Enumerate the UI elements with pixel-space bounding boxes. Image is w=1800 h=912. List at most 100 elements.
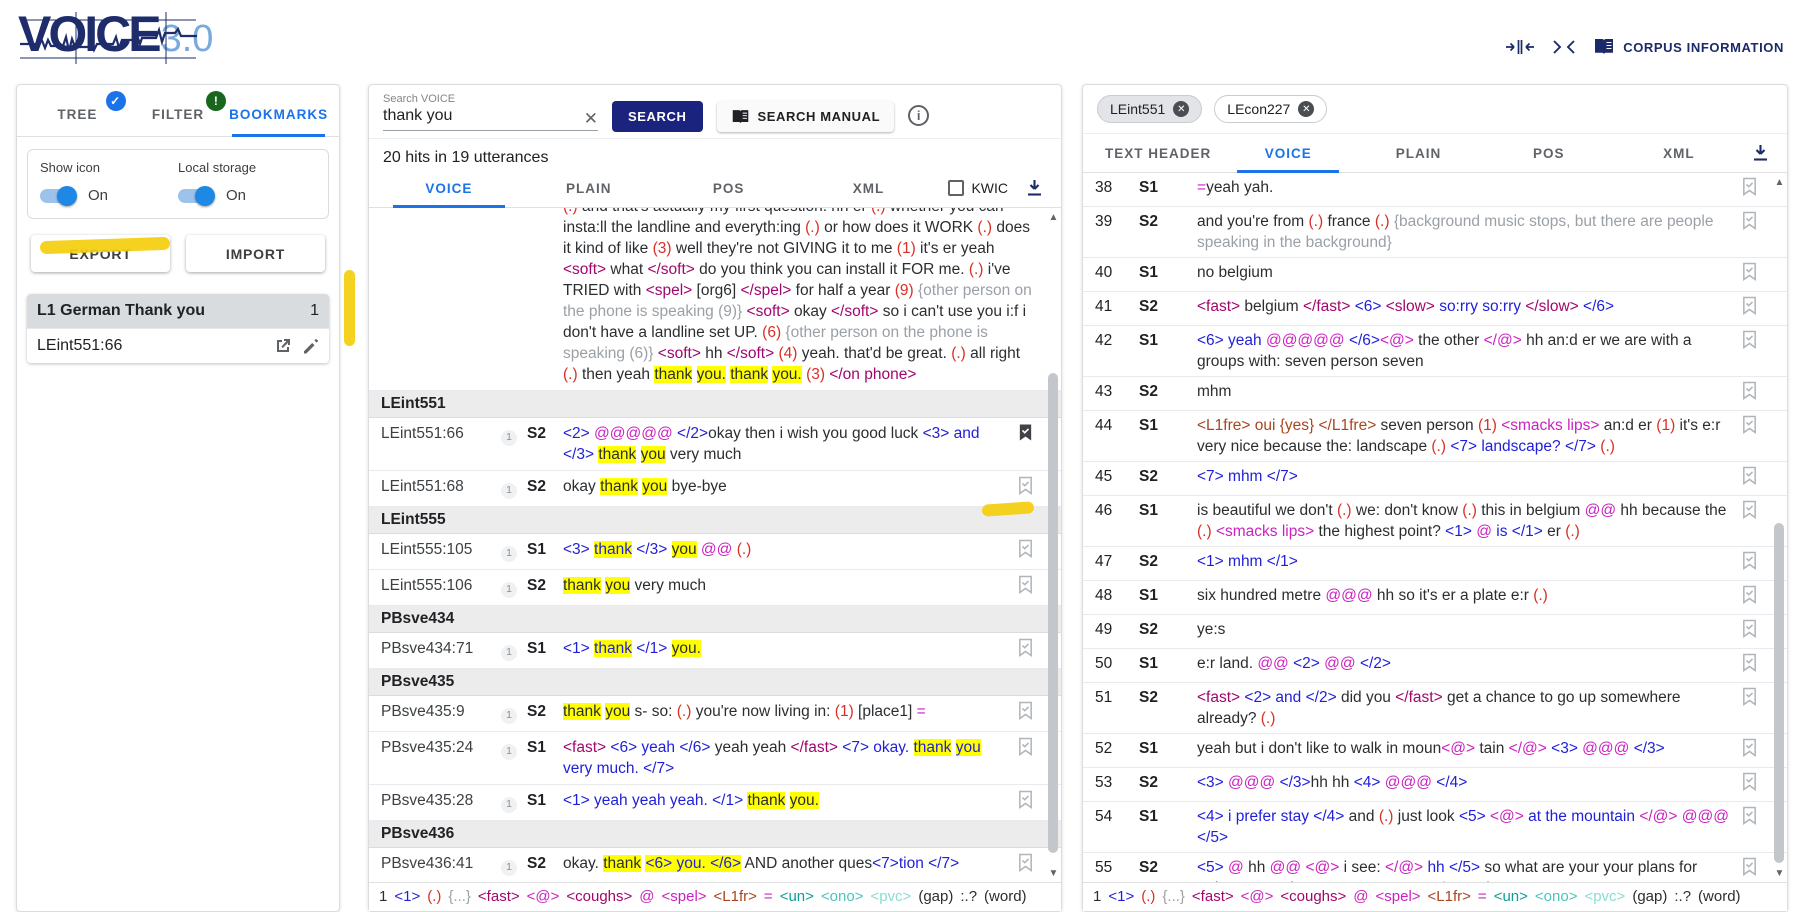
bookmark-icon[interactable] xyxy=(1741,687,1761,729)
result-row[interactable]: PBsve435:241S1<fast> <6> yeah </6> yeah … xyxy=(369,732,1061,785)
search-manual-button[interactable]: SEARCH MANUAL xyxy=(717,101,895,132)
transcript-segment: (.) xyxy=(677,703,692,720)
transcript-scrollbar[interactable]: ▲ ▼ xyxy=(1773,173,1786,882)
download-text-icon[interactable] xyxy=(1752,144,1769,162)
result-row[interactable]: PBsve434:711S1<1> thank </1> you. xyxy=(369,633,1061,669)
bookmark-icon[interactable] xyxy=(1017,476,1037,501)
text-tab-plain[interactable]: PLAIN xyxy=(1353,134,1483,172)
search-button[interactable]: SEARCH xyxy=(612,101,703,132)
speaker-label: S1 xyxy=(1139,500,1197,542)
edit-pencil-icon[interactable] xyxy=(302,338,319,355)
import-button[interactable]: IMPORT xyxy=(186,235,325,272)
bookmark-icon[interactable] xyxy=(1741,585,1761,610)
result-row[interactable]: LEint555:1061S2thank you very much xyxy=(369,570,1061,606)
bookmark-item[interactable]: LEint551:66 xyxy=(27,328,329,363)
bookmark-icon[interactable] xyxy=(1017,701,1037,726)
chip-leint551[interactable]: LEint551 ✕ xyxy=(1097,95,1202,123)
open-in-new-icon[interactable] xyxy=(274,337,292,355)
kwic-checkbox[interactable]: KWIC xyxy=(948,180,1008,196)
scroll-down-icon[interactable]: ▼ xyxy=(1047,866,1060,880)
text-tab-xml[interactable]: XML xyxy=(1614,134,1744,172)
results-tab-voice[interactable]: VOICE xyxy=(379,169,519,207)
bookmark-icon[interactable] xyxy=(1017,737,1037,779)
transcript-segment: seven person xyxy=(1376,417,1478,434)
transcript-row: 53S2<3> @@@ </3>hh hh <4> @@@ </4> xyxy=(1083,768,1787,802)
results-scrollbar[interactable]: ▲ ▼ xyxy=(1047,208,1060,882)
text-tab-voice[interactable]: VOICE xyxy=(1223,134,1353,172)
close-chip-icon[interactable]: ✕ xyxy=(1298,101,1314,117)
bookmark-icon[interactable] xyxy=(1017,853,1037,878)
results-tab-xml[interactable]: XML xyxy=(799,169,939,207)
text-group-header: PBsve435 xyxy=(369,669,1061,696)
bookmark-icon[interactable] xyxy=(1741,653,1761,678)
scroll-up-icon[interactable]: ▲ xyxy=(1773,175,1786,189)
bookmark-icon[interactable] xyxy=(1741,500,1761,542)
result-row[interactable]: LEint551:661S2<2> @@@@@ </2>okay then i … xyxy=(369,418,1061,471)
result-row[interactable]: PBsve435:91S2thank you s- so: (.) you're… xyxy=(369,696,1061,732)
bookmark-icon[interactable] xyxy=(1741,262,1761,287)
bookmark-icon[interactable] xyxy=(1741,381,1761,406)
bookmark-icon[interactable] xyxy=(1741,330,1761,372)
close-chip-icon[interactable]: ✕ xyxy=(1173,101,1189,117)
show-icon-toggle[interactable] xyxy=(40,189,74,203)
speaker-label: S2 xyxy=(1139,381,1197,406)
result-row[interactable]: LEint551:681S2okay thank you bye-bye xyxy=(369,471,1061,507)
text-tab-header[interactable]: TEXT HEADER xyxy=(1093,134,1223,172)
text-group-header: PBsve436 xyxy=(369,821,1061,848)
bookmark-icon[interactable] xyxy=(1741,738,1761,763)
bookmark-icon[interactable] xyxy=(1741,296,1761,321)
utterance-number: 53 xyxy=(1095,772,1139,797)
chip-lecon227[interactable]: LEcon227 ✕ xyxy=(1214,95,1327,123)
bookmark-icon[interactable] xyxy=(1741,857,1761,882)
tab-filter[interactable]: FILTER ! xyxy=(128,99,229,136)
transcript-segment: <un> xx </un> xyxy=(1372,880,1471,882)
transcript-segment: you xyxy=(605,577,630,594)
clear-search-icon[interactable]: ✕ xyxy=(584,109,598,129)
tab-tree[interactable]: TREE ✓ xyxy=(27,99,128,136)
transcript-segment: (1) xyxy=(835,703,854,720)
result-row[interactable]: PBsve435:281S1<1> yeah yeah yeah. </1> t… xyxy=(369,785,1061,821)
chip-label: LEcon227 xyxy=(1227,101,1290,117)
bookmark-icon[interactable] xyxy=(1741,551,1761,576)
speaker-label: S2 xyxy=(1139,466,1197,491)
scroll-up-icon[interactable]: ▲ xyxy=(1047,210,1060,224)
result-row[interactable]: LEint555:1051S1<3> thank </3> you @@ (.) xyxy=(369,534,1061,570)
search-input[interactable] xyxy=(383,105,598,131)
bookmark-icon[interactable] xyxy=(1017,638,1037,663)
bookmark-icon[interactable] xyxy=(1741,466,1761,491)
tab-bookmarks[interactable]: BOOKMARKS xyxy=(228,99,329,136)
corpus-information-button[interactable]: CORPUS INFORMATION xyxy=(1593,38,1784,56)
text-tab-pos[interactable]: POS xyxy=(1484,134,1614,172)
transcript-segment: yeah but i don't like to walk in moun xyxy=(1197,740,1441,757)
expand-columns-icon[interactable] xyxy=(1551,38,1577,56)
text-viewer-panel: LEint551 ✕ LEcon227 ✕ TEXT HEADER VOICE … xyxy=(1082,84,1788,912)
download-results-icon[interactable] xyxy=(1026,179,1043,197)
bookmark-group-header[interactable]: L1 German Thank you 1 xyxy=(27,294,329,328)
legend-token: @ xyxy=(1353,888,1368,905)
hit-count-badge: 1 xyxy=(501,423,527,465)
bookmark-icon[interactable] xyxy=(1017,539,1037,564)
bookmark-icon[interactable] xyxy=(1741,211,1761,253)
info-icon[interactable]: i xyxy=(908,105,929,126)
transcript-segment: @@ xyxy=(1324,655,1355,672)
bookmark-icon[interactable] xyxy=(1741,806,1761,848)
bookmark-icon[interactable] xyxy=(1017,790,1037,815)
bookmark-icon[interactable] xyxy=(1741,177,1761,202)
results-tab-plain[interactable]: PLAIN xyxy=(519,169,659,207)
kwic-checkbox-box[interactable] xyxy=(948,180,964,196)
result-row[interactable]: PBsve436:411S2okay. thank <6> you. </6> … xyxy=(369,848,1061,882)
bookmark-icon[interactable] xyxy=(1741,415,1761,457)
result-row[interactable]: (.) and that's actually my first questio… xyxy=(369,208,1061,391)
bookmark-icon[interactable] xyxy=(1741,619,1761,644)
export-button[interactable]: EXPORT xyxy=(31,235,170,272)
transcript-segment: <6> you. </6> xyxy=(645,855,741,872)
collapse-columns-icon[interactable] xyxy=(1505,38,1535,56)
bookmark-icon[interactable] xyxy=(1017,575,1037,600)
bookmark-icon[interactable] xyxy=(1017,423,1037,465)
bookmark-icon[interactable] xyxy=(1741,772,1761,797)
transcript-scrollbar-thumb[interactable] xyxy=(1774,523,1784,863)
local-storage-toggle[interactable] xyxy=(178,189,212,203)
scroll-down-icon[interactable]: ▼ xyxy=(1773,866,1786,880)
results-tab-pos[interactable]: POS xyxy=(659,169,799,207)
results-scrollbar-thumb[interactable] xyxy=(1048,373,1058,853)
